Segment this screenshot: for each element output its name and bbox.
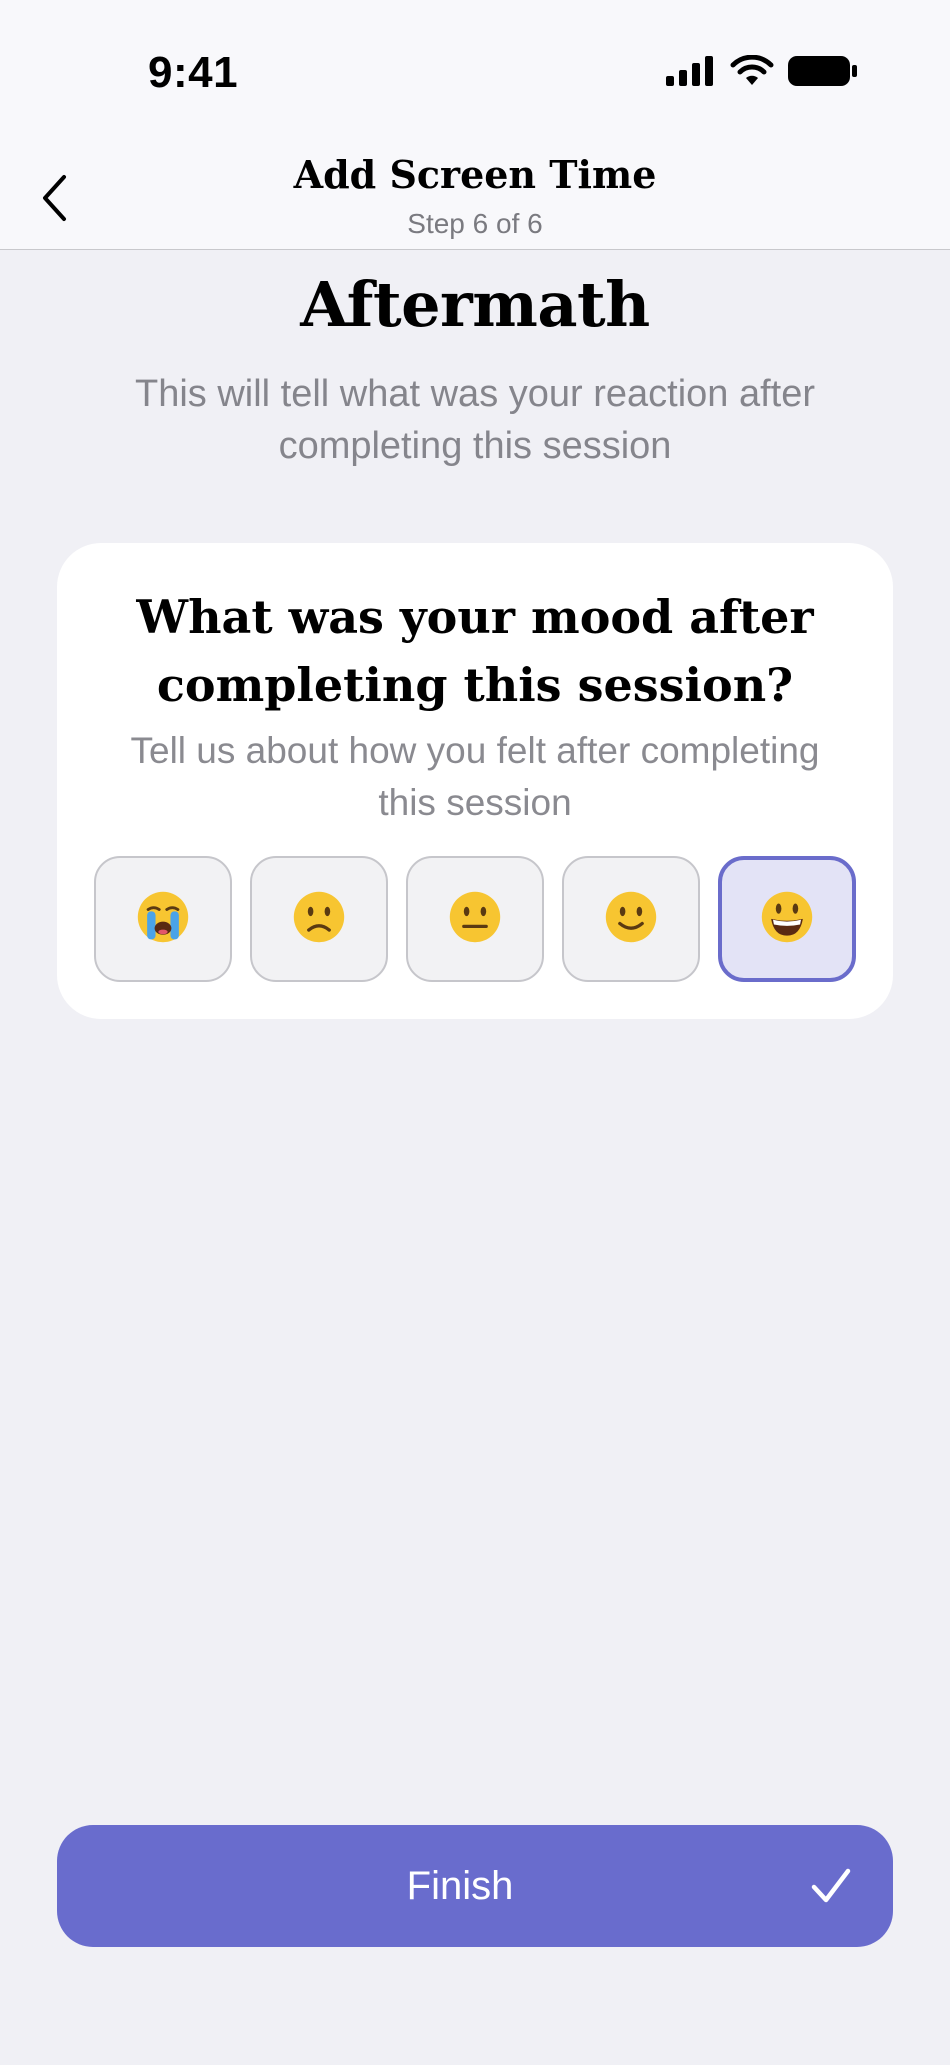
mood-option-crying[interactable] bbox=[94, 856, 232, 982]
section-subtitle: This will tell what was your reaction af… bbox=[134, 373, 816, 467]
navigation-header: 9:41 Add Screen Time Step 6 of 6 bbox=[0, 0, 950, 250]
status-icons bbox=[666, 54, 858, 93]
status-time: 9:41 bbox=[148, 48, 239, 97]
slightly-smiling-face-icon bbox=[603, 889, 659, 950]
mood-options bbox=[94, 856, 856, 982]
screen: 9:41 Add Screen Time Step 6 of 6 Afterma… bbox=[0, 0, 950, 2065]
mood-option-neutral[interactable] bbox=[406, 856, 544, 982]
finish-button[interactable]: Finish bbox=[57, 1825, 893, 1947]
finish-label: Finish bbox=[406, 1863, 514, 1908]
mood-option-happy[interactable] bbox=[562, 856, 700, 982]
mood-card: What was your mood after completing this… bbox=[57, 543, 893, 1019]
cellular-signal-icon bbox=[666, 56, 716, 91]
step-indicator: Step 6 of 6 bbox=[407, 208, 543, 239]
checkmark-icon bbox=[809, 1864, 853, 1908]
page-title: Add Screen Time bbox=[293, 152, 657, 197]
section-title: Aftermath bbox=[300, 268, 650, 341]
mood-question: What was your mood after completing this… bbox=[136, 590, 814, 712]
neutral-face-icon bbox=[447, 889, 503, 950]
mood-option-sad[interactable] bbox=[250, 856, 388, 982]
crying-face-icon bbox=[135, 889, 191, 950]
wifi-icon bbox=[730, 54, 774, 92]
slightly-frowning-face-icon bbox=[291, 889, 347, 950]
battery-icon bbox=[788, 54, 858, 93]
mood-hint: Tell us about how you felt after complet… bbox=[130, 730, 820, 823]
grinning-face-icon bbox=[759, 889, 815, 950]
mood-option-very-happy[interactable] bbox=[718, 856, 856, 982]
